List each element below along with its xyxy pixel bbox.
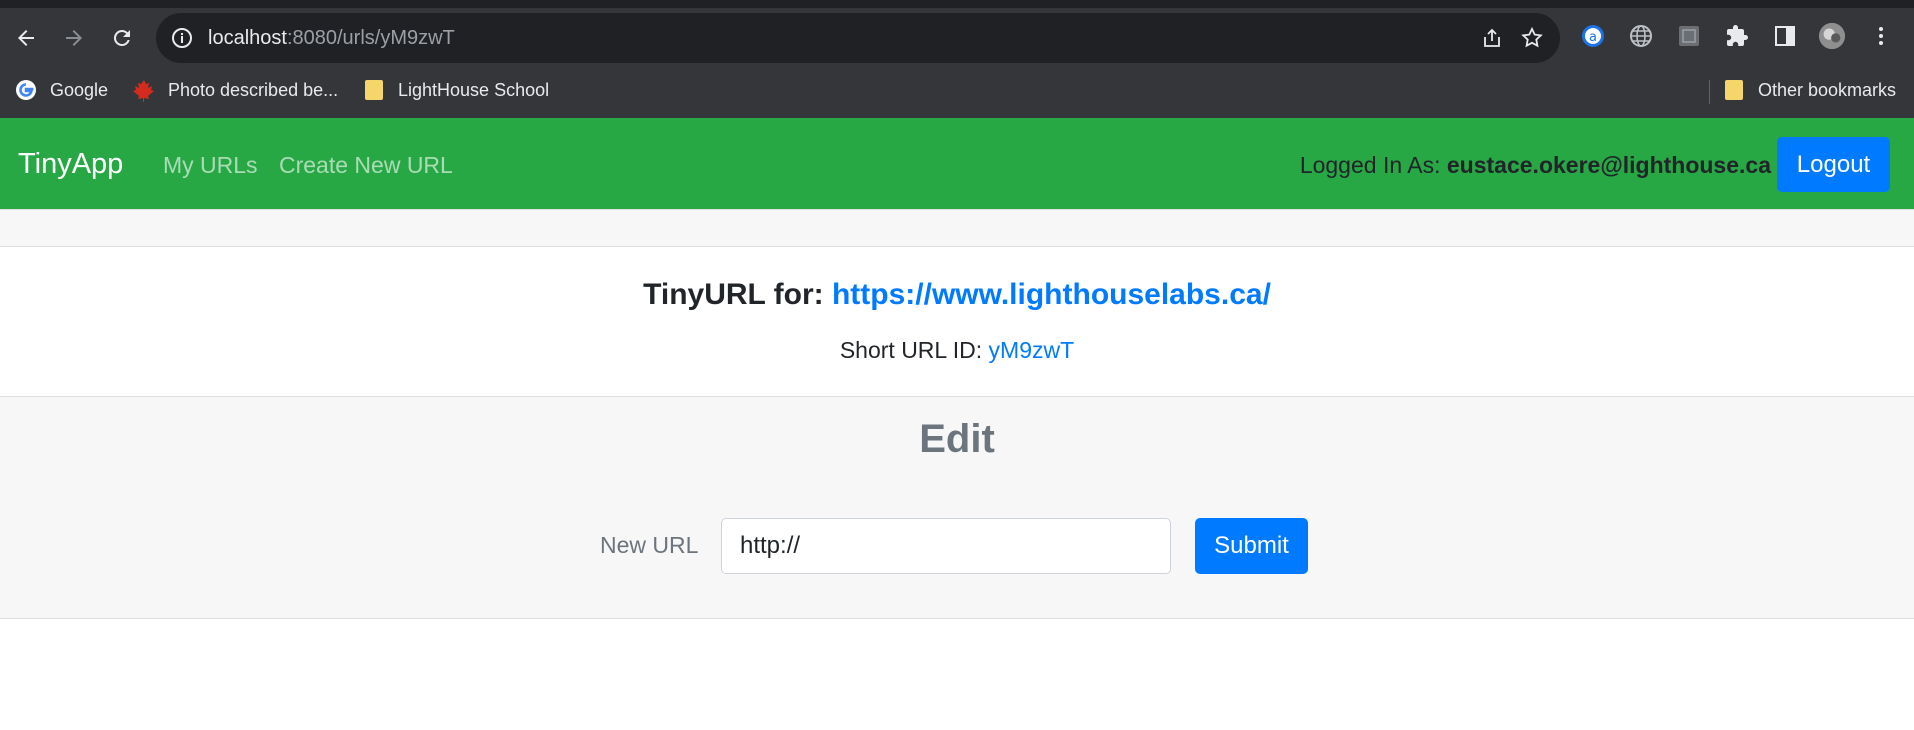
forward-button[interactable] [56, 20, 92, 56]
folder-icon [1722, 78, 1746, 102]
url-card: TinyURL for: https://www.lighthouselabs.… [0, 209, 1914, 619]
share-icon[interactable] [1480, 26, 1504, 50]
bookmark-label: Photo described be... [168, 79, 339, 100]
url-text: localhost:8080/urls/yM9zwT [208, 27, 455, 50]
reload-icon [113, 29, 130, 46]
bookmark-star-icon[interactable] [1520, 26, 1544, 50]
card-header [0, 210, 1914, 247]
side-panel-icon[interactable] [1771, 22, 1799, 50]
other-bookmarks[interactable]: Other bookmarks [1722, 76, 1896, 104]
info-icon[interactable] [170, 26, 194, 50]
logged-in-email: eustace.okere@lighthouse.ca [1446, 152, 1771, 178]
submit-button[interactable]: Submit [1195, 518, 1308, 574]
edit-heading: Edit [919, 417, 995, 461]
bookmark-lighthouse-school[interactable]: LightHouse School [362, 76, 549, 104]
long-url-link[interactable]: https://www.lighthouselabs.ca/ [832, 278, 1271, 311]
browser-toolbar: localhost:8080/urls/yM9zwT a [0, 8, 1914, 68]
address-bar[interactable]: localhost:8080/urls/yM9zwT [156, 13, 1560, 63]
brand-link[interactable]: TinyApp [18, 148, 123, 181]
menu-kebab-icon[interactable] [1867, 22, 1895, 50]
google-icon [14, 78, 38, 102]
back-button[interactable] [8, 20, 44, 56]
bookmark-photo[interactable]: Photo described be... [132, 76, 338, 104]
arrow-left-icon [18, 30, 34, 46]
short-url-text: Short URL ID: yM9zwT [0, 337, 1914, 364]
browser-chrome: localhost:8080/urls/yM9zwT a Google Phot… [0, 0, 1914, 118]
tab-strip [0, 0, 1914, 8]
reload-button[interactable] [104, 20, 140, 56]
edit-section: Edit New URL http:// Submit [0, 396, 1914, 619]
new-url-label: New URL [600, 532, 699, 558]
card-body: TinyURL for: https://www.lighthouselabs.… [0, 247, 1914, 396]
bookmark-label: Google [50, 79, 109, 100]
nav-create-new-url[interactable]: Create New URL [279, 152, 453, 179]
other-bookmarks-label: Other bookmarks [1758, 79, 1897, 100]
maple-leaf-icon [132, 78, 156, 102]
short-id-prefix: Short URL ID: [839, 337, 989, 363]
extension-a-icon[interactable]: a [1579, 22, 1607, 50]
nav-my-urls[interactable]: My URLs [163, 152, 258, 179]
bookmark-label: LightHouse School [398, 79, 550, 100]
bookmarks-bar: Google Photo described be... LightHouse … [0, 70, 1914, 110]
url-host: localhost [208, 27, 287, 49]
svg-text:a: a [1589, 30, 1597, 45]
url-path: :8080/urls/yM9zwT [286, 27, 455, 49]
logged-in-prefix: Logged In As: [1299, 152, 1447, 178]
card-title: TinyURL for: https://www.lighthouselabs.… [0, 278, 1914, 312]
bookmark-google[interactable]: Google [14, 76, 108, 104]
profile-avatar[interactable] [1818, 22, 1846, 50]
new-url-input[interactable]: http:// [721, 518, 1171, 574]
folder-icon [362, 78, 386, 102]
extension-box-icon[interactable] [1675, 22, 1703, 50]
arrow-right-icon [66, 30, 82, 46]
globe-icon[interactable] [1627, 22, 1655, 50]
card-title-prefix: TinyURL for: [643, 278, 832, 311]
puzzle-icon[interactable] [1723, 22, 1751, 50]
logged-in-status: Logged In As: eustace.okere@lighthouse.c… [1300, 152, 1771, 179]
short-id-link[interactable]: yM9zwT [989, 337, 1075, 363]
bookmarks-divider [1709, 80, 1710, 104]
logout-button[interactable]: Logout [1777, 137, 1890, 192]
navbar: TinyApp My URLs Create New URL Logged In… [0, 118, 1914, 209]
web-page: TinyApp My URLs Create New URL Logged In… [0, 118, 1914, 730]
